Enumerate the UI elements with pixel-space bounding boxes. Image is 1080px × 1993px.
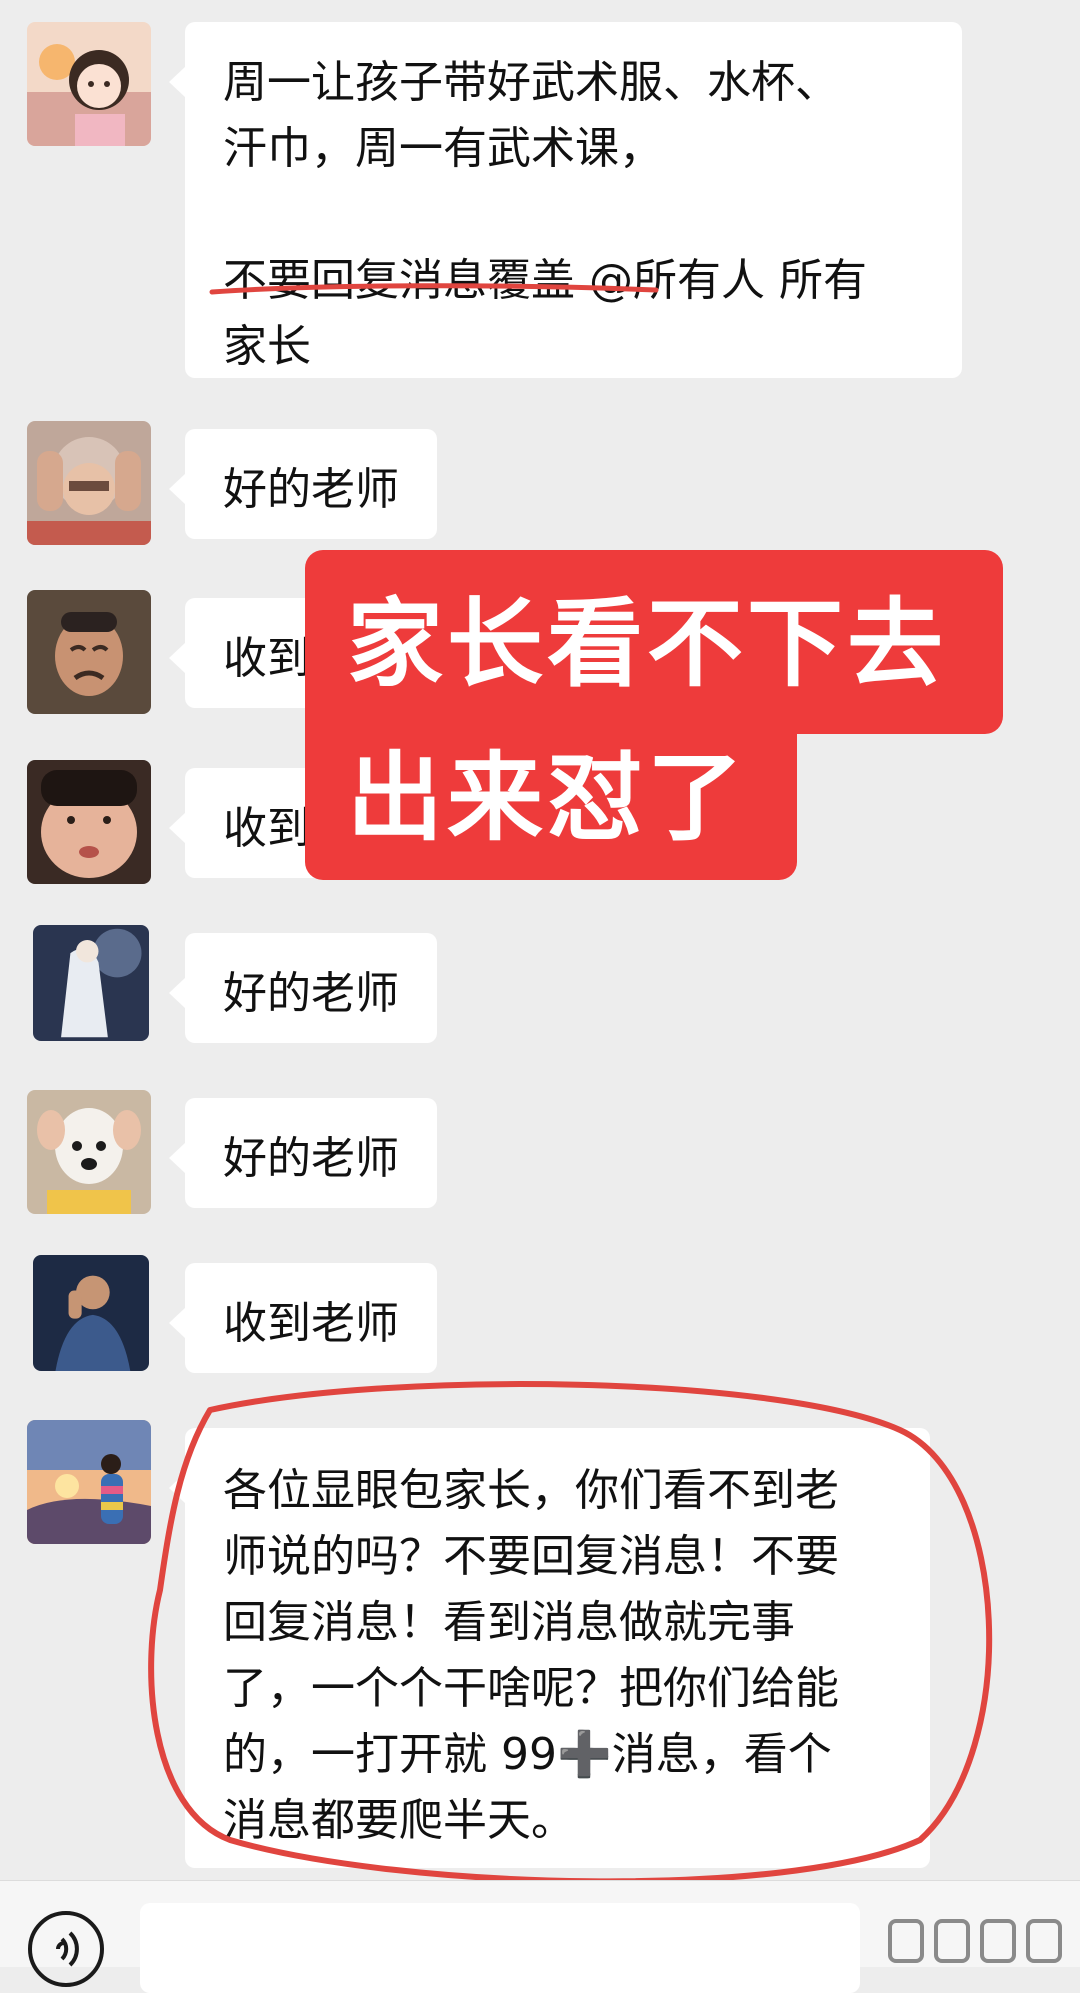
input-bar bbox=[0, 1880, 1080, 1993]
message-text: 好的老师 bbox=[223, 1133, 399, 1184]
message-text-line: 回复消息！看到消息做就完事 bbox=[223, 1597, 795, 1648]
puffed-face-avatar-icon[interactable] bbox=[27, 760, 151, 884]
message-text: 收到老师 bbox=[223, 1298, 399, 1349]
message-input[interactable] bbox=[140, 1903, 860, 1993]
message-bubble[interactable]: 周一让孩子带好武术服、水杯、 汗巾，周一有武术课， 不要回复消息覆盖 @所有人 … bbox=[169, 22, 962, 378]
message-text-line: 家长 bbox=[223, 321, 311, 372]
message-text-line: 师说的吗？不要回复消息！不要 bbox=[223, 1531, 839, 1582]
sunset-woman-avatar-icon[interactable] bbox=[27, 1420, 151, 1544]
white-robed-figure-avatar-icon[interactable] bbox=[33, 925, 149, 1041]
overlay-caption: 家长看不下去 出来怼了 bbox=[305, 550, 1005, 880]
message-text: 好的老师 bbox=[223, 464, 399, 515]
crying-old-man-avatar-icon[interactable] bbox=[27, 590, 151, 714]
message-text-line: 汗巾，周一有武术课， bbox=[223, 123, 663, 174]
message-text: 好的老师 bbox=[223, 968, 399, 1019]
underline-annotation bbox=[209, 283, 659, 295]
message-bubble[interactable]: 各位显眼包家长，你们看不到老 师说的吗？不要回复消息！不要 回复消息！看到消息做… bbox=[169, 1428, 930, 1868]
overlay-caption-line2: 出来怼了 bbox=[347, 742, 747, 854]
elderly-woman-holding-head-avatar-icon[interactable] bbox=[27, 421, 151, 545]
message-bubble[interactable]: 好的老师 bbox=[169, 429, 437, 539]
message-text-line: 各位显眼包家长，你们看不到老 bbox=[223, 1465, 839, 1516]
message-text-line: 消息都要爬半天。 bbox=[223, 1795, 575, 1846]
message-bubble[interactable]: 收到老师 bbox=[169, 1263, 437, 1373]
message-text-line: 周一让孩子带好武术服、水杯、 bbox=[223, 57, 839, 108]
voice-icon[interactable] bbox=[28, 1911, 104, 1987]
cartoon-girl-avatar-icon[interactable] bbox=[27, 22, 151, 146]
message-text-line: 的，一打开就 99➕消息，看个 bbox=[223, 1729, 832, 1780]
message-bubble[interactable]: 好的老师 bbox=[169, 933, 437, 1043]
watermark-logo-icon bbox=[888, 1919, 1062, 1963]
message-bubble[interactable]: 好的老师 bbox=[169, 1098, 437, 1208]
message-text-line: 了，一个个干啥呢？把你们给能 bbox=[223, 1663, 839, 1714]
dog-avatar-icon[interactable] bbox=[27, 1090, 151, 1214]
overlay-caption-line1: 家长看不下去 bbox=[347, 588, 947, 700]
man-on-phone-avatar-icon[interactable] bbox=[33, 1255, 149, 1371]
